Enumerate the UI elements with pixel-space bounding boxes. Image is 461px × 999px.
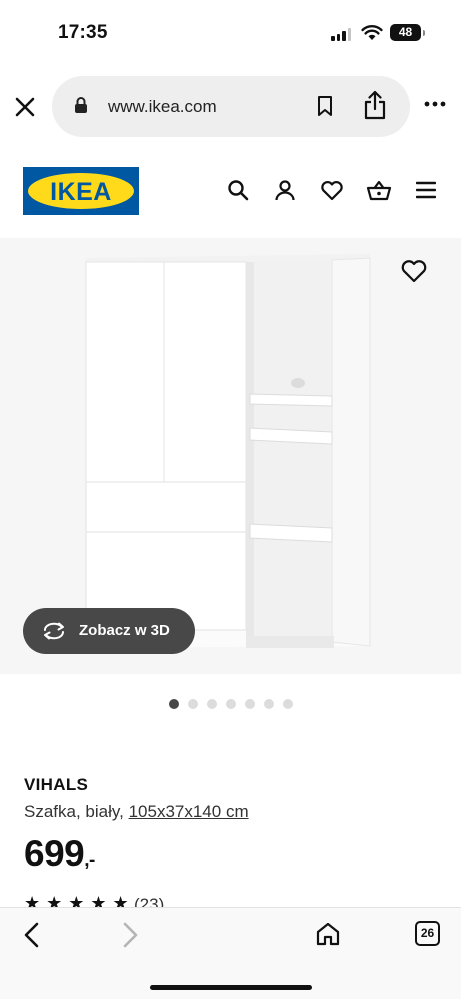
- wifi-icon: [361, 25, 383, 40]
- carousel-dot[interactable]: [245, 699, 255, 709]
- logo-text: IKEA: [50, 178, 112, 206]
- menu-icon[interactable]: [416, 179, 436, 201]
- carousel-dot[interactable]: [188, 699, 198, 709]
- browser-bar: www.ikea.com: [0, 74, 461, 138]
- close-icon[interactable]: [12, 94, 38, 120]
- carousel-dot[interactable]: [207, 699, 217, 709]
- rotate-3d-icon: [44, 622, 64, 640]
- browser-toolbar: 26: [0, 907, 461, 999]
- more-icon[interactable]: [424, 101, 446, 107]
- price-value: 699: [24, 833, 85, 874]
- product-price: 699,-: [24, 833, 95, 875]
- tabs-button[interactable]: 26: [415, 921, 440, 946]
- view-3d-label: Zobacz w 3D: [79, 622, 170, 639]
- carousel-dot[interactable]: [283, 699, 293, 709]
- signal-icon: [331, 28, 351, 41]
- back-icon[interactable]: [22, 922, 42, 948]
- share-icon[interactable]: [363, 90, 387, 120]
- view-3d-button[interactable]: Zobacz w 3D: [23, 608, 195, 654]
- rating-stars[interactable]: ★★★★★: [24, 893, 135, 907]
- carousel-dot[interactable]: [226, 699, 236, 709]
- account-icon[interactable]: [274, 179, 296, 201]
- favorite-icon[interactable]: [400, 258, 428, 284]
- battery-cap: [423, 30, 425, 36]
- heart-icon[interactable]: [320, 179, 344, 201]
- rating-count[interactable]: (23): [134, 895, 164, 907]
- product-dimensions-link[interactable]: 105x37x140 cm: [129, 802, 249, 821]
- carousel-dot[interactable]: [264, 699, 274, 709]
- price-suffix: ,-: [84, 850, 95, 871]
- bookmark-icon[interactable]: [316, 95, 334, 117]
- status-time: 17:35: [58, 22, 108, 43]
- product-type: Szafka, biały,: [24, 802, 129, 821]
- battery-icon: 48: [390, 24, 421, 41]
- home-indicator: [150, 985, 312, 990]
- image-carousel-dots: [169, 699, 293, 709]
- address-bar[interactable]: www.ikea.com: [52, 76, 410, 137]
- search-icon[interactable]: [227, 179, 249, 201]
- basket-icon[interactable]: [366, 179, 392, 201]
- home-icon[interactable]: [315, 921, 341, 947]
- status-bar: 17:35 48: [0, 0, 461, 60]
- product-name: VIHALS: [24, 775, 89, 794]
- lock-icon: [75, 97, 87, 113]
- forward-icon: [123, 922, 138, 948]
- url-text: www.ikea.com: [108, 97, 217, 116]
- ikea-logo[interactable]: IKEA: [23, 167, 139, 215]
- carousel-dot[interactable]: [169, 699, 179, 709]
- product-description: Szafka, biały, 105x37x140 cm: [24, 802, 249, 822]
